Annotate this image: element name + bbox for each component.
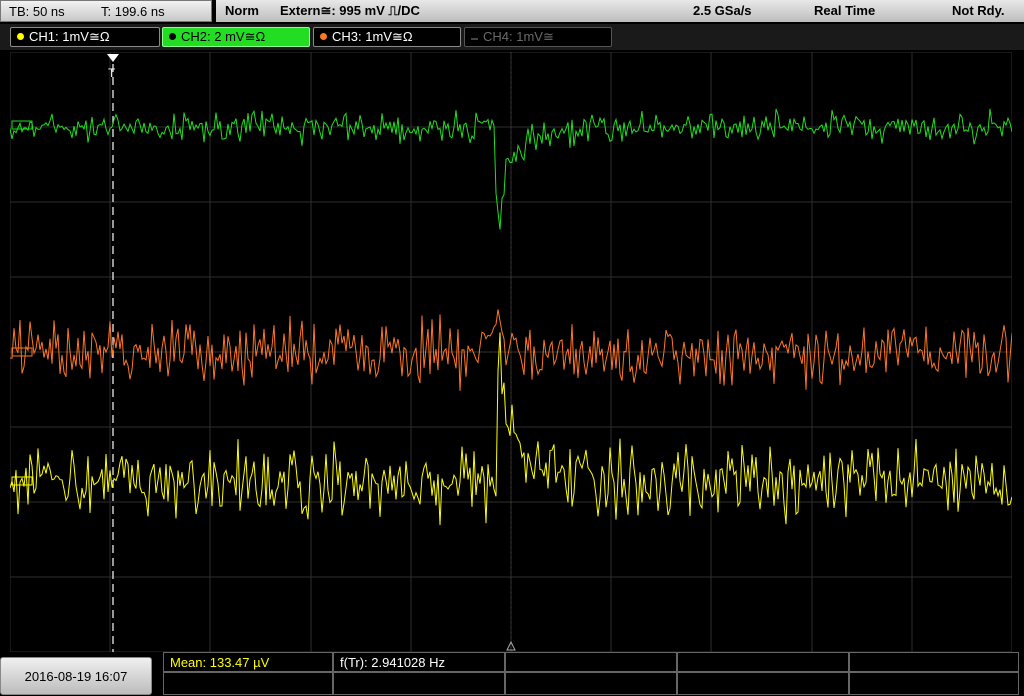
measurement-slot-3[interactable] [505, 652, 677, 672]
ch1-button[interactable]: CH1: 1mV≅Ω [10, 27, 160, 47]
waveform-svg: T [9, 51, 1013, 653]
measurement-slot-10[interactable] [849, 672, 1019, 695]
timebase-label: TB: 50 ns [9, 4, 65, 19]
mean-label: Mean: 133.47 µV [170, 655, 270, 670]
ch3-color-icon [320, 33, 327, 40]
ch3-button[interactable]: CH3: 1mV≅Ω [313, 27, 461, 47]
timebase-box[interactable]: TB: 50 ns T: 199.6 ns [0, 0, 212, 22]
ch4-label: CH4: 1mV≅ [483, 29, 554, 44]
measurement-slot-5[interactable] [849, 652, 1019, 672]
acquisition-mode-label: Real Time [814, 3, 876, 18]
ch2-label: CH2: 2 mV≅Ω [181, 29, 266, 44]
trigger-mode-label: Norm [225, 3, 259, 18]
channel-bar: CH1: 1mV≅Ω CH2: 2 mV≅Ω CH3: 1mV≅Ω CH4: 1… [0, 24, 1024, 50]
mean-measurement[interactable]: Mean: 133.47 µV [163, 652, 333, 672]
datetime-label: 2016-08-19 16:07 [24, 669, 128, 684]
ch2-button[interactable]: CH2: 2 mV≅Ω [162, 27, 310, 47]
sample-rate-label: 2.5 GSa/s [693, 3, 752, 18]
measurement-panel: Mean: 133.47 µV f(Tr): 2.941028 Hz [163, 652, 1019, 695]
trigger-marker-icon: T [108, 66, 116, 80]
ch1-label: CH1: 1mV≅Ω [29, 29, 110, 44]
datetime-display[interactable]: 2016-08-19 16:07 [0, 657, 152, 695]
frequency-measurement[interactable]: f(Tr): 2.941028 Hz [333, 652, 505, 672]
measurement-slot-7[interactable] [333, 672, 505, 695]
acquisition-strip[interactable]: Norm Extern≅: 995 mV ⎍/DC 2.5 GSa/s Real… [216, 0, 1024, 22]
ch2-color-icon [169, 33, 176, 40]
ch3-label: CH3: 1mV≅Ω [332, 29, 413, 44]
measurement-slot-4[interactable] [677, 652, 849, 672]
status-bar: TB: 50 ns T: 199.6 ns Norm Extern≅: 995 … [0, 0, 1024, 24]
run-status-label: Not Rdy. [952, 3, 1005, 18]
ch1-color-icon [17, 33, 24, 40]
trigger-source-label: Extern≅: 995 mV ⎍/DC [280, 3, 420, 18]
frequency-label: f(Tr): 2.941028 Hz [340, 655, 446, 670]
ch4-color-icon [471, 38, 478, 40]
waveform-display[interactable]: T [9, 51, 1013, 653]
measurement-slot-8[interactable] [505, 672, 677, 695]
trigger-position-icon[interactable] [107, 54, 119, 62]
measurement-slot-9[interactable] [677, 672, 849, 695]
trigger-time-label: T: 199.6 ns [101, 4, 165, 19]
measurement-slot-6[interactable] [163, 672, 333, 695]
ch4-button[interactable]: CH4: 1mV≅ [464, 27, 612, 47]
